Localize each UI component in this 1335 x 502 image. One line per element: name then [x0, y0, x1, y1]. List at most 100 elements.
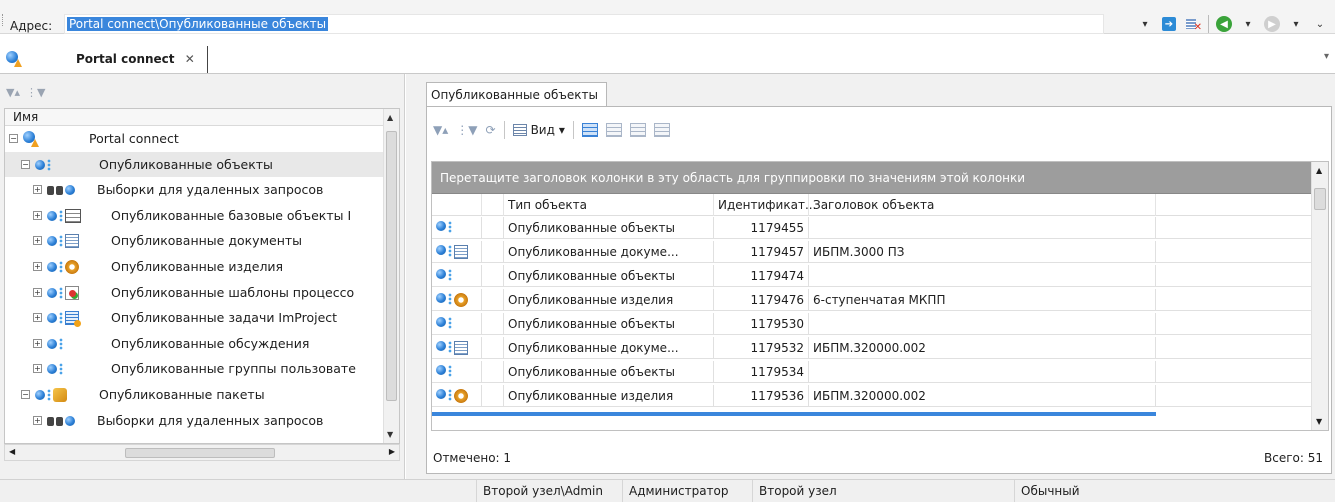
table-row[interactable]: Опубликованные объекты 1179534	[432, 361, 1312, 383]
toolbar-overflow-icon[interactable]: ⌄	[1311, 15, 1329, 33]
tree-item[interactable]: + Опубликованные изделия	[5, 254, 399, 280]
clear-history-button[interactable]	[1184, 15, 1202, 33]
cell-type: Опубликованные объекты	[504, 361, 714, 383]
row-marker-cell	[482, 361, 504, 383]
tree-item[interactable]: − Portal connect	[5, 126, 399, 152]
expand-icon[interactable]: +	[33, 287, 42, 297]
back-button[interactable]: ◀	[1215, 15, 1233, 33]
tree-item[interactable]: + Опубликованные базовые объекты I	[5, 203, 399, 229]
selected-row-indicator[interactable]	[432, 412, 1156, 416]
column-header-id[interactable]: Идентификат...	[714, 194, 816, 216]
published-product-icon	[432, 289, 482, 311]
expand-icon[interactable]: +	[33, 313, 42, 323]
cell-id: 1179534	[714, 361, 809, 383]
tab-published-objects[interactable]: Опубликованные объекты	[426, 82, 607, 106]
view-button[interactable]: Вид ▾	[512, 123, 565, 137]
expand-icon[interactable]: +	[33, 210, 42, 220]
go-button[interactable]: ➔	[1160, 15, 1178, 33]
column-header-title[interactable]: Заголовок объекта	[809, 194, 1156, 216]
row-marker-cell	[482, 265, 504, 287]
table-row[interactable]: Опубликованные изделия 1179476 6-ступенчат…	[432, 289, 1312, 311]
scroll-thumb[interactable]	[386, 131, 397, 401]
table-row[interactable]: Опубликованные докуме... 1179457 ИБПМ.3000…	[432, 241, 1312, 263]
tree-horizontal-scrollbar[interactable]: ◀ ▶	[4, 444, 400, 461]
tab-list-menu-icon[interactable]: ▾	[1324, 51, 1329, 62]
marker-column-header[interactable]	[482, 194, 504, 216]
address-value[interactable]: Portal connect\Опубликованные объекты	[67, 17, 329, 31]
tree-item[interactable]: + Опубликованные шаблоны процессо	[5, 280, 399, 306]
expand-icon[interactable]: +	[33, 236, 42, 246]
toolbar-grip[interactable]	[2, 14, 4, 26]
expand-icon[interactable]: +	[33, 415, 42, 425]
tree-item[interactable]: + Опубликованные обсуждения	[5, 331, 399, 357]
published-object-icon	[432, 361, 482, 383]
grid-vertical-scrollbar[interactable]: ▲ ▼	[1311, 162, 1328, 430]
expand-icon[interactable]: +	[33, 185, 42, 195]
tree-vertical-scrollbar[interactable]: ▲ ▼	[383, 109, 399, 443]
discussion-icon	[47, 336, 63, 352]
scroll-up-arrow-icon[interactable]: ▲	[1316, 166, 1322, 175]
back-dropdown-icon[interactable]: ▾	[1239, 15, 1257, 33]
clear-list-icon	[1185, 17, 1202, 33]
table-row[interactable]: Опубликованные объекты 1179474	[432, 265, 1312, 287]
published-document-icon	[432, 337, 482, 359]
view-list-icon	[512, 124, 527, 136]
cell-type: Опубликованные объекты	[504, 265, 714, 287]
tiles-layout-icon[interactable]	[653, 123, 670, 137]
filter-icon[interactable]: ▼▴	[6, 86, 20, 99]
collapse-icon[interactable]: −	[21, 159, 30, 169]
go-arrow-icon: ➔	[1162, 17, 1176, 31]
tree-item-label: Выборки для удаленных запросов	[97, 412, 324, 428]
tree-item[interactable]: − Опубликованные объекты	[5, 151, 399, 178]
tree-item[interactable]: + Выборки для удаленных запросов	[5, 408, 399, 434]
sort-icon[interactable]: ⋮▼	[26, 86, 45, 99]
cards-layout-icon[interactable]	[605, 123, 622, 137]
group-by-area[interactable]: Перетащите заголовок колонки в эту облас…	[432, 162, 1328, 194]
sort-icon[interactable]: ⋮▼	[456, 123, 477, 137]
toolbar-separator	[503, 121, 505, 139]
cell-title: ИБПМ.3000 ПЗ	[809, 241, 1156, 263]
tree-item[interactable]: + Опубликованные группы пользовате	[5, 356, 399, 382]
tree-column-header[interactable]: Имя	[5, 109, 399, 126]
scroll-thumb[interactable]	[1314, 188, 1326, 210]
collapse-icon[interactable]: −	[21, 389, 30, 399]
expand-icon[interactable]: +	[33, 364, 42, 374]
column-header-type[interactable]: Тип объекта	[504, 194, 714, 216]
scroll-down-arrow-icon[interactable]: ▼	[1316, 417, 1322, 426]
icon-column-header[interactable]	[432, 194, 482, 216]
close-icon[interactable]: ✕	[185, 52, 195, 66]
tree-item[interactable]: + Выборки для удаленных запросов	[5, 177, 399, 203]
filter-icon[interactable]: ▼▴	[433, 123, 448, 137]
grid-layout-icon[interactable]	[581, 123, 598, 137]
scroll-left-arrow-icon[interactable]: ◀	[9, 447, 15, 456]
address-label: Адрес:	[10, 19, 53, 33]
table-row[interactable]: Опубликованные объекты 1179455	[432, 217, 1312, 239]
tree-item[interactable]: + Опубликованные документы	[5, 228, 399, 254]
cell-type: Опубликованные изделия	[504, 385, 714, 407]
cell-id: 1179532	[714, 337, 809, 359]
tree-item[interactable]: − Опубликованные пакеты	[5, 382, 399, 408]
refresh-icon[interactable]: ⟳	[486, 123, 496, 137]
expand-icon[interactable]: +	[33, 338, 42, 348]
cell-id: 1179476	[714, 289, 809, 311]
forward-button[interactable]: ▶	[1263, 15, 1281, 33]
tree-item-label: Опубликованные задачи ImProject	[111, 310, 338, 326]
scroll-up-arrow-icon[interactable]: ▲	[387, 113, 393, 122]
table-row[interactable]: Опубликованные изделия 1179536 ИБПМ.320000…	[432, 385, 1312, 407]
collapse-icon[interactable]: −	[9, 134, 18, 143]
row-marker-cell	[482, 241, 504, 263]
table-row[interactable]: Опубликованные объекты 1179530	[432, 313, 1312, 335]
scroll-down-arrow-icon[interactable]: ▼	[387, 430, 393, 439]
scroll-right-arrow-icon[interactable]: ▶	[389, 447, 395, 456]
forward-dropdown-icon[interactable]: ▾	[1287, 15, 1305, 33]
tab-portal-connect[interactable]: Portal connect ✕	[46, 46, 208, 73]
address-dropdown-icon[interactable]: ▾	[1136, 15, 1154, 33]
tree-item[interactable]: + Опубликованные задачи ImProject	[5, 305, 399, 331]
tree-layout-icon[interactable]	[629, 123, 646, 137]
table-row[interactable]: Опубликованные докуме... 1179532 ИБПМ.3200…	[432, 337, 1312, 359]
row-marker-cell	[482, 313, 504, 335]
address-input[interactable]: Portal connect\Опубликованные объекты	[64, 14, 1104, 34]
expand-icon[interactable]: +	[33, 261, 42, 271]
cell-title	[809, 217, 1156, 239]
scroll-thumb[interactable]	[125, 448, 275, 458]
